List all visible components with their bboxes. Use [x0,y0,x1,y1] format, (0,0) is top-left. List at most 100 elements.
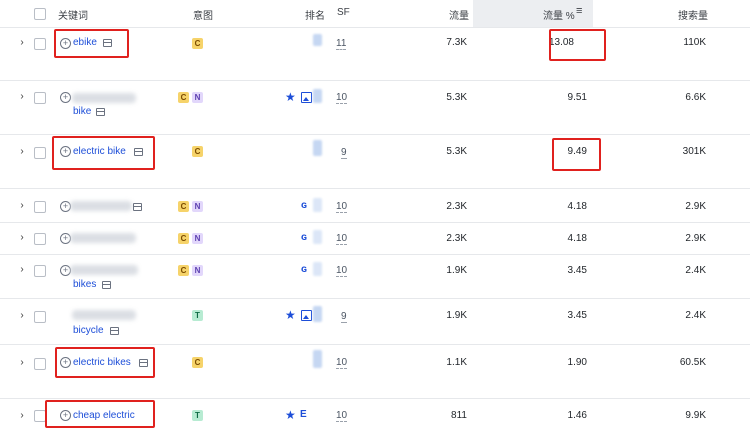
select-all-checkbox[interactable] [34,8,46,20]
intent-badge: N [192,265,203,276]
sf-count[interactable]: 10 [336,233,348,245]
sort-desc-icon[interactable]: ≡ [576,5,582,17]
traffic-value: 1.9K [446,265,467,276]
highlight-box-traffic-pct-1 [549,29,606,61]
header-volume[interactable]: 搜索量 [678,7,708,22]
row-checkbox[interactable] [34,201,46,213]
intent-badge: C [192,146,203,157]
volume-value: 2.4K [685,265,706,276]
position-sparkline [313,230,322,244]
highlight-box-traffic-pct-2 [552,138,601,171]
header-position[interactable]: 排名 [305,7,325,22]
sf-count[interactable]: 10 [336,92,348,104]
position-sparkline [313,89,322,103]
sf-count[interactable]: 10 [336,357,348,369]
traffic-value: 811 [451,410,467,421]
expand-chevron-icon[interactable]: › [18,200,26,211]
intent-badge: C [192,38,203,49]
image-pack-icon [301,92,312,103]
featured-snippet-star-icon: ★ [285,308,296,322]
traffic-pct-value: 1.90 [567,357,587,368]
volume-value: 301K [682,146,706,157]
row-divider [0,222,750,223]
position-sparkline [313,306,322,322]
expand-chevron-icon[interactable]: › [18,357,26,368]
sitelinks-icon: E [300,409,307,420]
traffic-value: 1.1K [446,357,467,368]
keyword-redacted [70,233,136,243]
volume-value: 110K [683,37,706,48]
sitelinks-icon: ɢ [301,200,307,211]
position-sparkline [313,34,322,46]
row-checkbox[interactable] [34,38,46,50]
traffic-pct-value: 3.45 [567,265,587,276]
sf-count[interactable]: 11 [336,38,347,50]
keyword-link[interactable]: bicycle [73,325,104,336]
position-sparkline [313,262,322,276]
expand-chevron-icon[interactable]: › [18,232,26,243]
row-divider [0,344,750,345]
row-checkbox[interactable] [34,92,46,104]
expand-chevron-icon[interactable]: › [18,146,26,157]
sf-count[interactable]: 10 [336,410,348,422]
add-keyword-icon[interactable]: + [60,92,71,103]
row-checkbox[interactable] [34,358,46,370]
header-traffic[interactable]: 流量 [449,7,469,22]
row-divider [0,398,750,399]
volume-value: 2.4K [685,310,706,321]
traffic-value: 5.3K [446,92,467,103]
intent-badge: C [178,233,189,244]
row-checkbox[interactable] [34,265,46,277]
sf-count[interactable]: 10 [336,201,348,213]
sorted-column-highlight [473,0,593,27]
serp-icon[interactable] [133,203,142,211]
serp-icon[interactable] [102,281,111,289]
row-checkbox[interactable] [34,233,46,245]
serp-icon[interactable] [110,327,119,335]
expand-chevron-icon[interactable]: › [18,410,26,421]
intent-badge: N [192,92,203,103]
highlight-box-ebike [54,29,129,58]
expand-chevron-icon[interactable]: › [18,91,26,102]
row-checkbox[interactable] [34,311,46,323]
serp-icon[interactable] [96,108,105,116]
keyword-redacted [70,201,132,211]
header-keyword[interactable]: 关键词 [58,7,88,22]
keyword-redacted [70,265,138,275]
sitelinks-icon: ɢ [301,232,307,243]
sf-count[interactable]: 9 [341,311,347,323]
traffic-value: 5.3K [446,146,467,157]
row-divider [0,80,750,81]
position-sparkline [313,198,322,212]
keyword-link[interactable]: bike [73,106,91,117]
expand-chevron-icon[interactable]: › [18,310,26,321]
expand-chevron-icon[interactable]: › [18,37,26,48]
volume-value: 6.6K [685,92,706,103]
highlight-box-cheap-electric [45,400,155,428]
expand-chevron-icon[interactable]: › [18,264,26,275]
keyword-redacted [72,93,136,103]
table-header: 关键词 意图 排名 SF 流量 流量 % ≡ 搜索量 [0,0,750,28]
volume-value: 9.9K [685,410,706,421]
highlight-box-electric-bike [52,136,155,170]
row-divider [0,254,750,255]
image-pack-icon [301,310,312,321]
featured-snippet-star-icon: ★ [285,90,296,104]
intent-badge: N [192,233,203,244]
traffic-value: 2.3K [446,233,467,244]
traffic-value: 7.3K [446,37,467,48]
position-sparkline [313,140,322,156]
header-intent[interactable]: 意图 [193,7,213,22]
keyword-link[interactable]: bikes [73,279,96,290]
traffic-pct-value: 1.46 [567,410,587,421]
row-checkbox[interactable] [34,147,46,159]
header-traffic-pct[interactable]: 流量 % [543,7,575,22]
keyword-redacted [72,310,136,320]
intent-badge: T [192,410,203,421]
position-sparkline [313,350,322,368]
row-divider [0,188,750,189]
sf-count[interactable]: 10 [336,265,348,277]
sf-count[interactable]: 9 [341,147,347,159]
header-sf[interactable]: SF [337,7,350,18]
highlight-box-electric-bikes [55,347,155,378]
